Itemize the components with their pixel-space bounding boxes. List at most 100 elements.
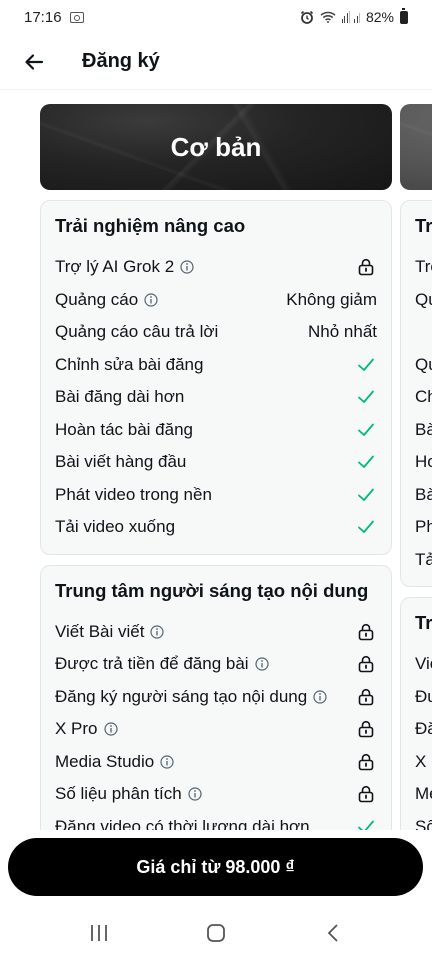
next-plan-row: Ph xyxy=(415,511,432,544)
plan-header-basic[interactable]: Cơ bản xyxy=(40,104,392,190)
top-app-bar: Đăng ký xyxy=(0,34,432,90)
recent-apps-button[interactable] xyxy=(69,913,129,953)
feature-label: Trợ lý AI Grok 2 xyxy=(55,257,175,277)
plan-column-next[interactable]: Tr Trợ Qu Qu Ch Bà Ho Bà Ph Tả Tr Viế Đư Đă X P Me Số xyxy=(400,104,432,830)
feature-row: Hoàn tác bài đăng xyxy=(55,414,377,447)
feature-label-wrap: Viết Bài viết xyxy=(55,621,165,642)
feature-section-title: Trung tâm người sáng tạo nội dung xyxy=(55,579,369,601)
feature-row: Tải video xuống xyxy=(55,511,377,544)
info-icon[interactable] xyxy=(103,722,118,736)
feature-row: Bài viết hàng đầu xyxy=(55,446,377,479)
lock-icon xyxy=(357,720,377,738)
battery-icon xyxy=(400,7,408,24)
info-icon[interactable] xyxy=(160,755,174,769)
next-plan-row xyxy=(415,316,432,349)
home-icon xyxy=(207,924,225,942)
feature-label-wrap: Quảng cáo xyxy=(55,290,158,310)
arrow-left-icon xyxy=(25,53,44,70)
gallery-notification-icon xyxy=(69,11,84,23)
home-button[interactable] xyxy=(186,913,246,953)
next-plan-row: Bà xyxy=(415,479,432,512)
feature-row: Đăng video có thời lượng dài hơn xyxy=(55,811,377,830)
subscribe-price-button[interactable]: Giá chỉ từ 98.000 ₫ xyxy=(8,838,423,896)
check-icon xyxy=(357,519,377,535)
next-plan-row: Qu xyxy=(415,284,432,317)
feature-section-card: Trải nghiệm nâng cao Trợ lý AI Grok 2 Quản… xyxy=(40,200,392,555)
feature-row[interactable]: Số liệu phân tích xyxy=(55,778,377,811)
feature-section-card: Trung tâm người sáng tạo nội dung Viết Bà… xyxy=(40,564,392,830)
system-back-button[interactable] xyxy=(303,913,363,953)
next-plan-row: Đă xyxy=(415,713,432,746)
feature-label-wrap: Số liệu phân tích xyxy=(55,784,202,804)
feature-value: Không giảm xyxy=(286,289,377,309)
recent-apps-icon xyxy=(90,925,107,941)
next-plan-row-label: Qu xyxy=(415,354,432,374)
feature-label: Viết Bài viết xyxy=(55,621,145,641)
feature-section-title: Trải nghiệm nâng cao xyxy=(55,215,246,236)
next-plan-row-label: Số xyxy=(415,816,432,830)
feature-label: Bài viết hàng đầu xyxy=(55,452,187,472)
page-title: Đăng ký xyxy=(82,50,160,72)
info-icon[interactable] xyxy=(254,657,269,671)
feature-row[interactable]: X Pro xyxy=(55,713,377,746)
feature-row[interactable]: Quảng cáo Không giảm xyxy=(55,284,377,317)
subscribe-price-label: Giá chỉ từ 98.000 ₫ xyxy=(136,856,295,877)
feature-label-wrap: Được trả tiền để đăng bài xyxy=(55,654,269,674)
feature-label: Chỉnh sửa bài đăng xyxy=(55,354,204,374)
feature-label: Bài đăng dài hơn xyxy=(55,387,185,407)
next-plan-row-label: Bà xyxy=(415,484,432,504)
info-icon[interactable] xyxy=(180,260,194,274)
lock-icon xyxy=(357,785,377,803)
feature-label-wrap: Quảng cáo câu trả lời xyxy=(55,322,218,342)
feature-row: Bài đăng dài hơn xyxy=(55,381,377,414)
check-icon xyxy=(357,819,377,830)
next-plan-row-label: Viế xyxy=(415,654,432,674)
plan-column-basic: Cơ bản Trải nghiệm nâng cao Trợ lý AI Gro… xyxy=(40,104,392,830)
feature-label-wrap: Trợ lý AI Grok 2 xyxy=(55,257,194,277)
next-plan-row-label: Me xyxy=(415,784,432,804)
next-plan-row-label: Ho xyxy=(415,452,432,472)
back-button[interactable] xyxy=(10,38,58,86)
info-icon[interactable] xyxy=(188,787,202,801)
next-plan-row: Ch xyxy=(415,381,432,414)
next-plan-row: Số xyxy=(415,811,432,830)
feature-row[interactable]: Trợ lý AI Grok 2 xyxy=(55,251,377,284)
feature-label: X Pro xyxy=(55,719,98,739)
feature-row[interactable]: Đăng ký người sáng tạo nội dung xyxy=(55,681,377,714)
next-plan-row: Trợ xyxy=(415,251,432,284)
next-plan-section-title: Tr xyxy=(415,215,432,236)
next-plan-row-label: Qu xyxy=(415,289,432,309)
feature-label-wrap: Tải video xuống xyxy=(55,517,175,537)
feature-label: Quảng cáo xyxy=(55,289,139,309)
next-plan-row-label: Đư xyxy=(415,686,432,706)
info-icon[interactable] xyxy=(150,625,165,639)
feature-label-wrap: Hoàn tác bài đăng xyxy=(55,420,193,440)
plans-carousel[interactable]: Cơ bản Trải nghiệm nâng cao Trợ lý AI Gro… xyxy=(0,90,432,830)
chevron-left-icon xyxy=(328,924,338,942)
feature-row[interactable]: Viết Bài viết xyxy=(55,616,377,649)
system-nav-bar xyxy=(0,906,432,960)
feature-row[interactable]: Được trả tiền để đăng bài xyxy=(55,648,377,681)
info-icon[interactable] xyxy=(144,293,158,307)
feature-row[interactable]: Media Studio xyxy=(55,746,377,779)
next-plan-row: Me xyxy=(415,778,432,811)
next-plan-row: Tả xyxy=(415,544,432,577)
next-plan-row: Qu xyxy=(415,349,432,382)
feature-label: Tải video xuống xyxy=(55,517,176,537)
feature-label-wrap: Chỉnh sửa bài đăng xyxy=(55,355,203,375)
next-plan-row: Ho xyxy=(415,446,432,479)
alarm-icon xyxy=(300,10,314,24)
feature-label-wrap: Phát video trong nền xyxy=(55,485,212,505)
info-icon[interactable] xyxy=(313,690,327,704)
feature-label: Phát video trong nền xyxy=(55,484,212,504)
next-plan-row-label: Ph xyxy=(415,517,432,537)
next-plan-row: Đư xyxy=(415,681,432,714)
plan-header-next[interactable] xyxy=(400,104,432,190)
lock-icon xyxy=(357,753,377,771)
feature-row: Quảng cáo câu trả lời Nhỏ nhất xyxy=(55,316,377,349)
check-icon xyxy=(357,454,377,470)
next-plan-row-label: Đă xyxy=(415,719,432,739)
next-plan-card-2: Tr Viế Đư Đă X P Me Số xyxy=(400,597,432,830)
feature-row: Phát video trong nền xyxy=(55,479,377,512)
check-icon xyxy=(357,389,377,405)
